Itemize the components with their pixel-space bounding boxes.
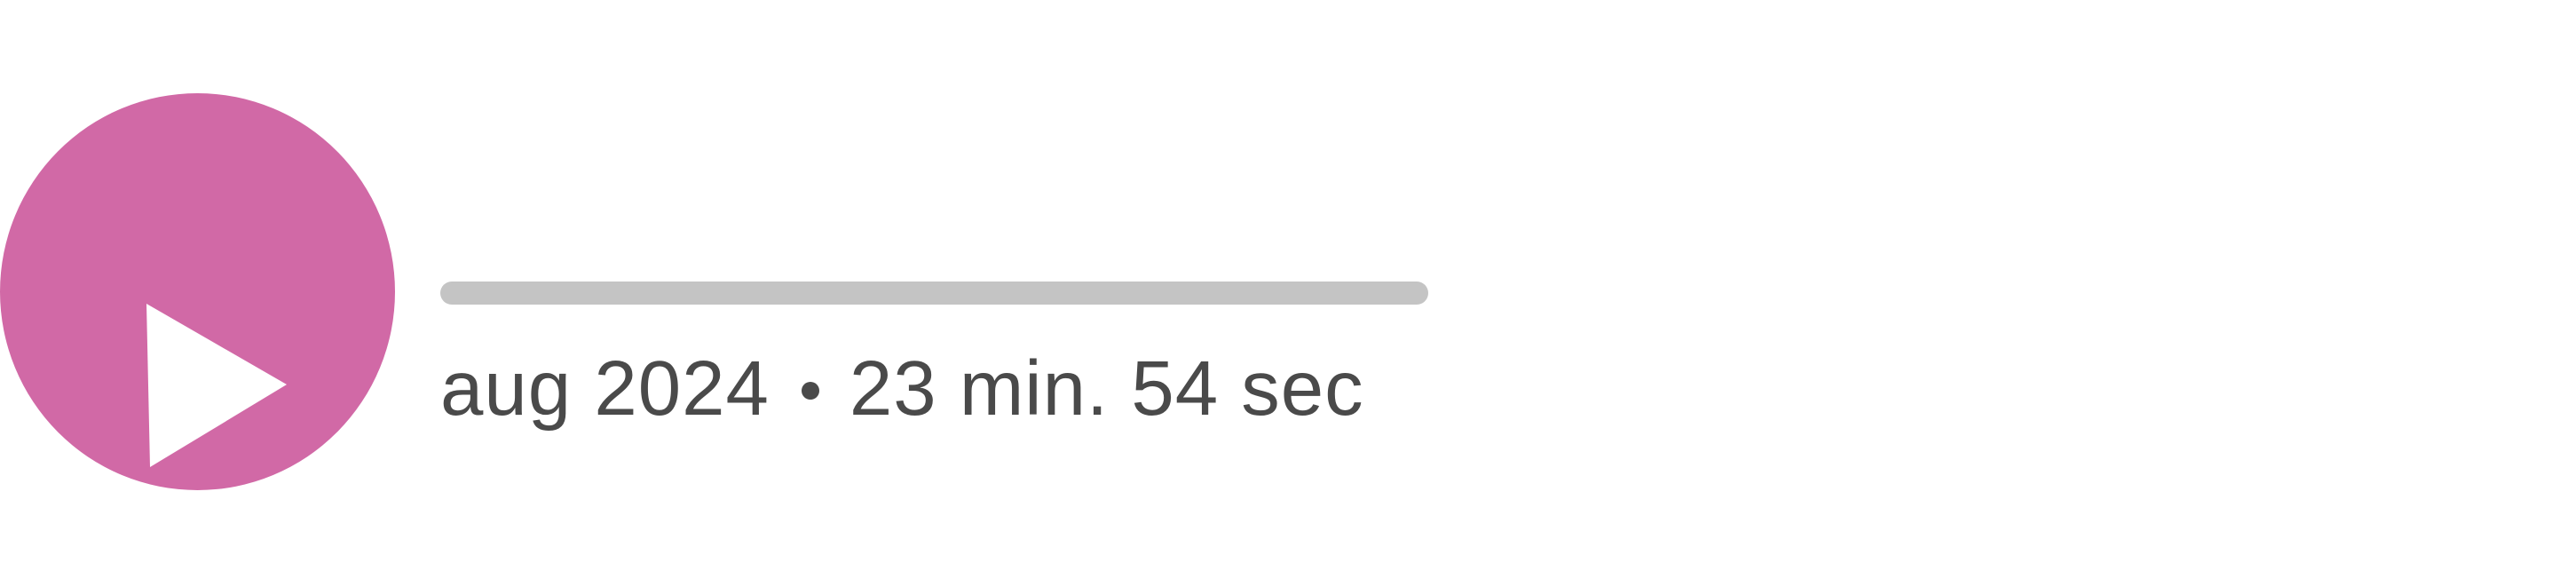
episode-meta: aug 2024 23 min. 54 sec <box>440 345 1364 433</box>
play-button[interactable] <box>0 93 395 490</box>
progress-bar[interactable] <box>440 282 1428 305</box>
duration: 23 min. 54 sec <box>849 345 1364 432</box>
publish-date: aug 2024 <box>440 345 770 432</box>
play-icon <box>146 304 287 467</box>
separator-dot <box>801 382 819 400</box>
audio-player: aug 2024 23 min. 54 sec <box>0 0 2576 563</box>
